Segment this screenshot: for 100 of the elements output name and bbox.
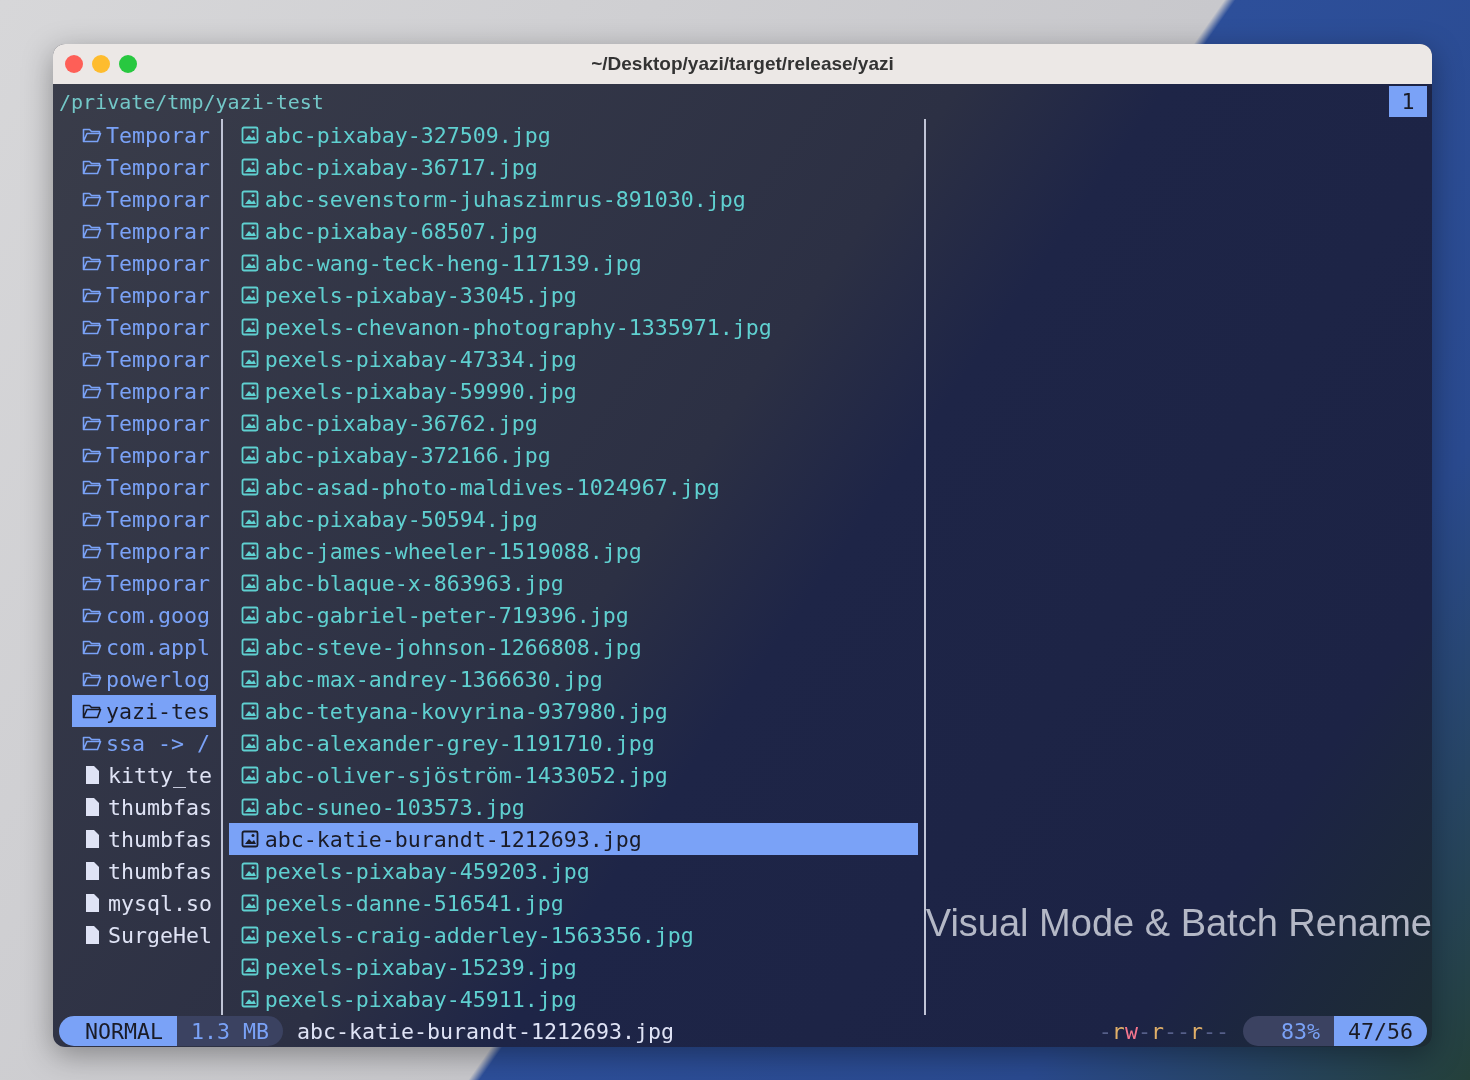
image-icon	[240, 670, 259, 688]
folder-icon	[82, 414, 102, 432]
file-list-item[interactable]: abc-asad-photo-maldives-1024967.jpg	[228, 471, 918, 503]
file-list-item[interactable]: abc-sevenstorm-juhaszimrus-891030.jpg	[228, 183, 918, 215]
parent-list-item[interactable]: yazi-tes	[72, 695, 216, 727]
parent-list-item[interactable]: ssa -> /	[72, 727, 216, 759]
parent-list-item[interactable]: powerlog	[72, 663, 216, 695]
file-list-item[interactable]: abc-blaque-x-863963.jpg	[228, 567, 918, 599]
file-list-item[interactable]: abc-pixabay-36717.jpg	[228, 151, 918, 183]
file-size: 1.3 MB	[177, 1016, 284, 1046]
folder-icon	[82, 382, 102, 400]
file-list-item[interactable]: abc-pixabay-50594.jpg	[228, 503, 918, 535]
parent-list-item[interactable]: thumbfas	[72, 823, 216, 855]
file-icon	[84, 829, 100, 849]
file-list-item[interactable]: pexels-danne-516541.jpg	[228, 887, 918, 919]
file-list-item[interactable]: abc-gabriel-peter-719396.jpg	[228, 599, 918, 631]
file-list-item[interactable]: abc-suneo-103573.jpg	[228, 791, 918, 823]
parent-list-item[interactable]: com.goog	[72, 599, 216, 631]
parent-list-item[interactable]: SurgeHel	[72, 919, 216, 951]
image-icon	[240, 126, 259, 144]
image-icon	[240, 190, 259, 208]
file-icon	[84, 893, 100, 913]
parent-list-item[interactable]: Temporar	[72, 343, 216, 375]
parent-list-item[interactable]: Temporar	[72, 279, 216, 311]
folder-icon	[82, 286, 102, 304]
folder-icon	[82, 542, 102, 560]
image-icon	[240, 702, 259, 720]
video-caption: Visual Mode & Batch Rename	[925, 902, 1432, 945]
close-button[interactable]	[65, 55, 83, 73]
parent-list-item[interactable]: kitty_te	[72, 759, 216, 791]
file-list-item[interactable]: abc-tetyana-kovyrina-937980.jpg	[228, 695, 918, 727]
image-icon	[240, 446, 259, 464]
parent-list-item[interactable]: Temporar	[72, 311, 216, 343]
file-icon	[84, 925, 100, 945]
file-list-item[interactable]: abc-pixabay-36762.jpg	[228, 407, 918, 439]
folder-icon	[82, 446, 102, 464]
image-icon	[240, 926, 259, 944]
file-list-item[interactable]: abc-pixabay-68507.jpg	[228, 215, 918, 247]
parent-list-item[interactable]: Temporar	[72, 407, 216, 439]
image-icon	[240, 830, 259, 848]
file-list-item[interactable]: pexels-pixabay-45911.jpg	[228, 983, 918, 1015]
tab[interactable]: 1	[1389, 86, 1427, 117]
folder-icon	[82, 510, 102, 528]
file-list-item[interactable]: pexels-pixabay-15239.jpg	[228, 951, 918, 983]
image-icon	[240, 222, 259, 240]
parent-list-item[interactable]: Temporar	[72, 471, 216, 503]
image-icon	[240, 478, 259, 496]
file-list-item[interactable]: abc-wang-teck-heng-117139.jpg	[228, 247, 918, 279]
parent-list-item[interactable]: Temporar	[72, 535, 216, 567]
folder-icon	[82, 670, 102, 688]
zoom-button[interactable]	[119, 55, 137, 73]
status-filename: abc-katie-burandt-1212693.jpg	[297, 1018, 675, 1044]
file-list-item[interactable]: abc-james-wheeler-1519088.jpg	[228, 535, 918, 567]
image-icon	[240, 414, 259, 432]
image-icon	[240, 638, 259, 656]
parent-list-item[interactable]: Temporar	[72, 151, 216, 183]
image-icon	[240, 542, 259, 560]
minimize-button[interactable]	[92, 55, 110, 73]
folder-icon	[82, 734, 102, 752]
image-icon	[240, 318, 259, 336]
image-icon	[240, 158, 259, 176]
file-list-item[interactable]: abc-katie-burandt-1212693.jpg	[228, 823, 918, 855]
parent-list-item[interactable]: thumbfas	[72, 791, 216, 823]
file-list-item[interactable]: pexels-craig-adderley-1563356.jpg	[228, 919, 918, 951]
folder-icon	[82, 318, 102, 336]
parent-list-item[interactable]: Temporar	[72, 503, 216, 535]
folder-icon	[82, 254, 102, 272]
parent-list-item[interactable]: Temporar	[72, 119, 216, 151]
parent-list-item[interactable]: mysql.so	[72, 887, 216, 919]
file-list-item[interactable]: pexels-chevanon-photography-1335971.jpg	[228, 311, 918, 343]
file-list-item[interactable]: pexels-pixabay-59990.jpg	[228, 375, 918, 407]
folder-icon	[82, 222, 102, 240]
file-list-item[interactable]: abc-steve-johnson-1266808.jpg	[228, 631, 918, 663]
cursor-position: 47/56	[1334, 1016, 1427, 1046]
parent-list-item[interactable]: com.appl	[72, 631, 216, 663]
parent-list-item[interactable]: Temporar	[72, 215, 216, 247]
folder-icon	[82, 190, 102, 208]
file-list-item[interactable]: abc-pixabay-372166.jpg	[228, 439, 918, 471]
file-list-item[interactable]: abc-alexander-grey-1191710.jpg	[228, 727, 918, 759]
file-list-item[interactable]: pexels-pixabay-33045.jpg	[228, 279, 918, 311]
image-icon	[240, 990, 259, 1008]
image-icon	[240, 510, 259, 528]
parent-list-item[interactable]: Temporar	[72, 439, 216, 471]
file-icon	[84, 861, 100, 881]
file-icon	[84, 765, 100, 785]
scroll-percent: 83%	[1242, 1016, 1334, 1046]
file-list-item[interactable]: pexels-pixabay-47334.jpg	[228, 343, 918, 375]
folder-icon	[82, 350, 102, 368]
file-list-item[interactable]: pexels-pixabay-459203.jpg	[228, 855, 918, 887]
file-list-item[interactable]: abc-max-andrey-1366630.jpg	[228, 663, 918, 695]
folder-icon	[82, 158, 102, 176]
file-list-item[interactable]: abc-oliver-sjöström-1433052.jpg	[228, 759, 918, 791]
parent-list-item[interactable]: Temporar	[72, 247, 216, 279]
folder-icon	[82, 606, 102, 624]
file-list-item[interactable]: abc-pixabay-327509.jpg	[228, 119, 918, 151]
parent-list-item[interactable]: Temporar	[72, 567, 216, 599]
image-icon	[240, 734, 259, 752]
parent-list-item[interactable]: thumbfas	[72, 855, 216, 887]
parent-list-item[interactable]: Temporar	[72, 375, 216, 407]
parent-list-item[interactable]: Temporar	[72, 183, 216, 215]
